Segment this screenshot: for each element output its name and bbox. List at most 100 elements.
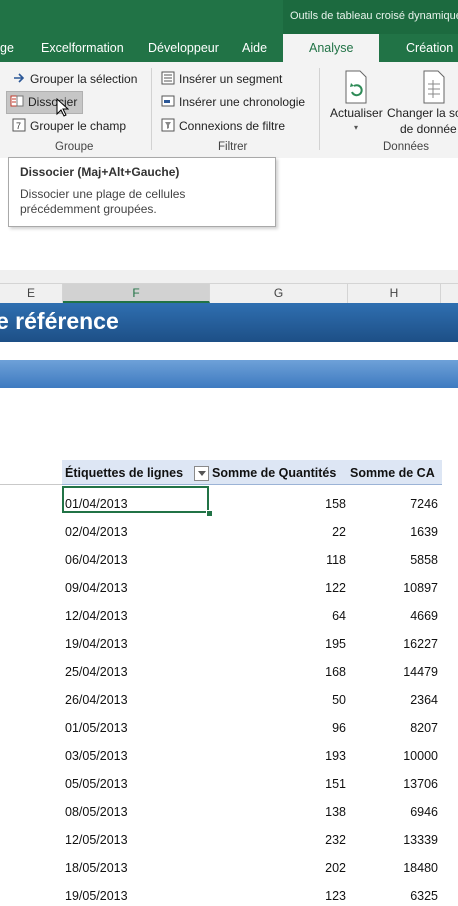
pivot-row-date: 19/04/2013 <box>65 637 128 651</box>
column-header-g[interactable]: G <box>210 284 348 303</box>
refresh-icon <box>345 70 367 104</box>
pivot-row-ca: 6946 <box>410 805 438 819</box>
pivot-row-quantity: 158 <box>325 497 346 511</box>
pivot-row-ca: 1639 <box>410 525 438 539</box>
pivot-row-ca: 10000 <box>403 749 438 763</box>
timeline-icon <box>161 94 175 108</box>
pivot-header-quantities: Somme de Quantités <box>212 466 337 480</box>
pivot-row[interactable]: 09/04/2013 122 10897 <box>62 570 442 598</box>
pivot-row-date: 06/04/2013 <box>65 553 128 567</box>
pivot-row-date: 03/05/2013 <box>65 749 128 763</box>
pivot-row-date: 25/04/2013 <box>65 665 128 679</box>
tab-aide[interactable]: Aide <box>242 41 267 55</box>
pivot-row[interactable]: 01/05/2013 96 8207 <box>62 710 442 738</box>
pivot-row[interactable]: 08/05/2013 138 6946 <box>62 794 442 822</box>
tab-developpeur[interactable]: Développeur <box>148 41 219 55</box>
svg-text:7: 7 <box>16 121 21 131</box>
banner-title: e référence <box>0 308 119 334</box>
pivot-row-ca: 10897 <box>403 581 438 595</box>
filter-connections-icon <box>161 118 175 132</box>
pivot-row-date: 05/05/2013 <box>65 777 128 791</box>
inserer-chronologie-button[interactable]: Insérer une chronologie <box>161 94 305 109</box>
pivot-row[interactable]: 12/04/2013 64 4669 <box>62 598 442 626</box>
groupe-group-label: Groupe <box>55 141 94 153</box>
column-header-e[interactable]: E <box>0 284 63 303</box>
tab-excelformation[interactable]: Excelformation <box>41 41 124 55</box>
pivot-row-ca: 14479 <box>403 665 438 679</box>
arrow-right-icon <box>12 71 26 85</box>
pivot-row-ca: 8207 <box>410 721 438 735</box>
changer-source-button[interactable]: Changer la so de donnée <box>386 68 458 138</box>
column-header-f[interactable]: F <box>63 284 210 303</box>
grouper-selection-label: Grouper la sélection <box>30 72 138 86</box>
inserer-segment-button[interactable]: Insérer un segment <box>161 71 282 86</box>
pivot-row[interactable]: 12/05/2013 232 13339 <box>62 822 442 850</box>
change-source-icon <box>423 70 445 104</box>
column-header-h[interactable]: H <box>348 284 441 303</box>
pivot-row[interactable]: 26/04/2013 50 2364 <box>62 682 442 710</box>
pivot-row-quantity: 50 <box>332 693 346 707</box>
tab-analyse[interactable]: Analyse <box>283 34 379 62</box>
tooltip-title: Dissocier (Maj+Alt+Gauche) <box>20 165 180 179</box>
filter-dropdown-icon[interactable] <box>194 466 209 481</box>
pivot-row-ca: 16227 <box>403 637 438 651</box>
pivot-row-ca: 18480 <box>403 861 438 875</box>
selected-cell[interactable] <box>62 486 209 513</box>
pivot-row-ca: 2364 <box>410 693 438 707</box>
pivot-row[interactable]: 19/05/2013 123 6325 <box>62 878 442 906</box>
pivot-row-date: 01/05/2013 <box>65 721 128 735</box>
pivot-row-quantity: 202 <box>325 861 346 875</box>
filtrer-group-label: Filtrer <box>218 141 248 153</box>
pivot-row[interactable]: 05/05/2013 151 13706 <box>62 766 442 794</box>
pivot-row[interactable]: 19/04/2013 195 16227 <box>62 626 442 654</box>
actualiser-label: Actualiser <box>330 106 383 120</box>
fill-handle[interactable] <box>206 510 213 517</box>
tab-analyse-label: Analyse <box>309 41 354 55</box>
contextual-tools-title: Outils de tableau croisé dynamique <box>290 10 458 22</box>
header-underline <box>0 484 62 485</box>
pivot-row[interactable]: 25/04/2013 168 14479 <box>62 654 442 682</box>
pivot-row-quantity: 118 <box>326 553 346 567</box>
pivot-row-quantity: 64 <box>332 609 346 623</box>
pivot-row-quantity: 193 <box>325 749 346 763</box>
changer-source-label-1: Changer la so <box>387 106 458 120</box>
ribbon-tab-bar: Outils de tableau croisé dynamique ge Ex… <box>0 0 458 62</box>
pivot-row-date: 26/04/2013 <box>65 693 128 707</box>
title-banner: e référence <box>0 303 458 342</box>
actualiser-button[interactable]: Actualiser ▾ <box>330 68 383 138</box>
pivot-row-quantity: 22 <box>332 525 346 539</box>
pivot-row-ca: 6325 <box>410 889 438 903</box>
column-headers: E F G H <box>0 283 458 304</box>
tab-creation[interactable]: Création <box>406 41 453 55</box>
pivot-row-ca: 4669 <box>410 609 438 623</box>
ungroup-icon <box>10 94 24 108</box>
pivot-row-date: 18/05/2013 <box>65 861 128 875</box>
pivot-row-ca: 5858 <box>410 553 438 567</box>
grouper-selection-button[interactable]: Grouper la sélection <box>12 71 137 86</box>
pivot-row-date: 02/04/2013 <box>65 525 128 539</box>
pivot-row-quantity: 195 <box>325 637 346 651</box>
pivot-row-quantity: 122 <box>325 581 346 595</box>
pivot-row-quantity: 151 <box>325 777 346 791</box>
grouper-champ-button[interactable]: 7 Grouper le champ <box>12 118 126 133</box>
pivot-row-ca: 7246 <box>410 497 438 511</box>
pivot-row[interactable]: 06/04/2013 118 5858 <box>62 542 442 570</box>
pivot-row-date: 19/05/2013 <box>65 889 128 903</box>
ribbon: Grouper la sélection Dissocier 7 Grouper … <box>0 62 458 159</box>
tab-affichage[interactable]: ge <box>0 41 14 55</box>
ribbon-separator <box>319 68 320 150</box>
pivot-row-quantity: 232 <box>325 833 346 847</box>
pivot-row[interactable]: 03/05/2013 193 10000 <box>62 738 442 766</box>
pivot-row-ca: 13706 <box>403 777 438 791</box>
slicer-icon <box>161 71 175 85</box>
connexions-filtre-button[interactable]: Connexions de filtre <box>161 118 285 133</box>
pivot-row[interactable]: 18/05/2013 202 18480 <box>62 850 442 878</box>
pivot-row-quantity: 138 <box>325 805 346 819</box>
pivot-row[interactable]: 02/04/2013 22 1639 <box>62 514 442 542</box>
grouper-champ-label: Grouper le champ <box>30 119 127 133</box>
pivot-header-rows: Étiquettes de lignes <box>65 466 184 480</box>
pivot-row-date: 09/04/2013 <box>65 581 128 595</box>
pivot-row-date: 08/05/2013 <box>65 805 128 819</box>
blue-band <box>0 360 458 388</box>
dissocier-label: Dissocier <box>28 95 78 109</box>
